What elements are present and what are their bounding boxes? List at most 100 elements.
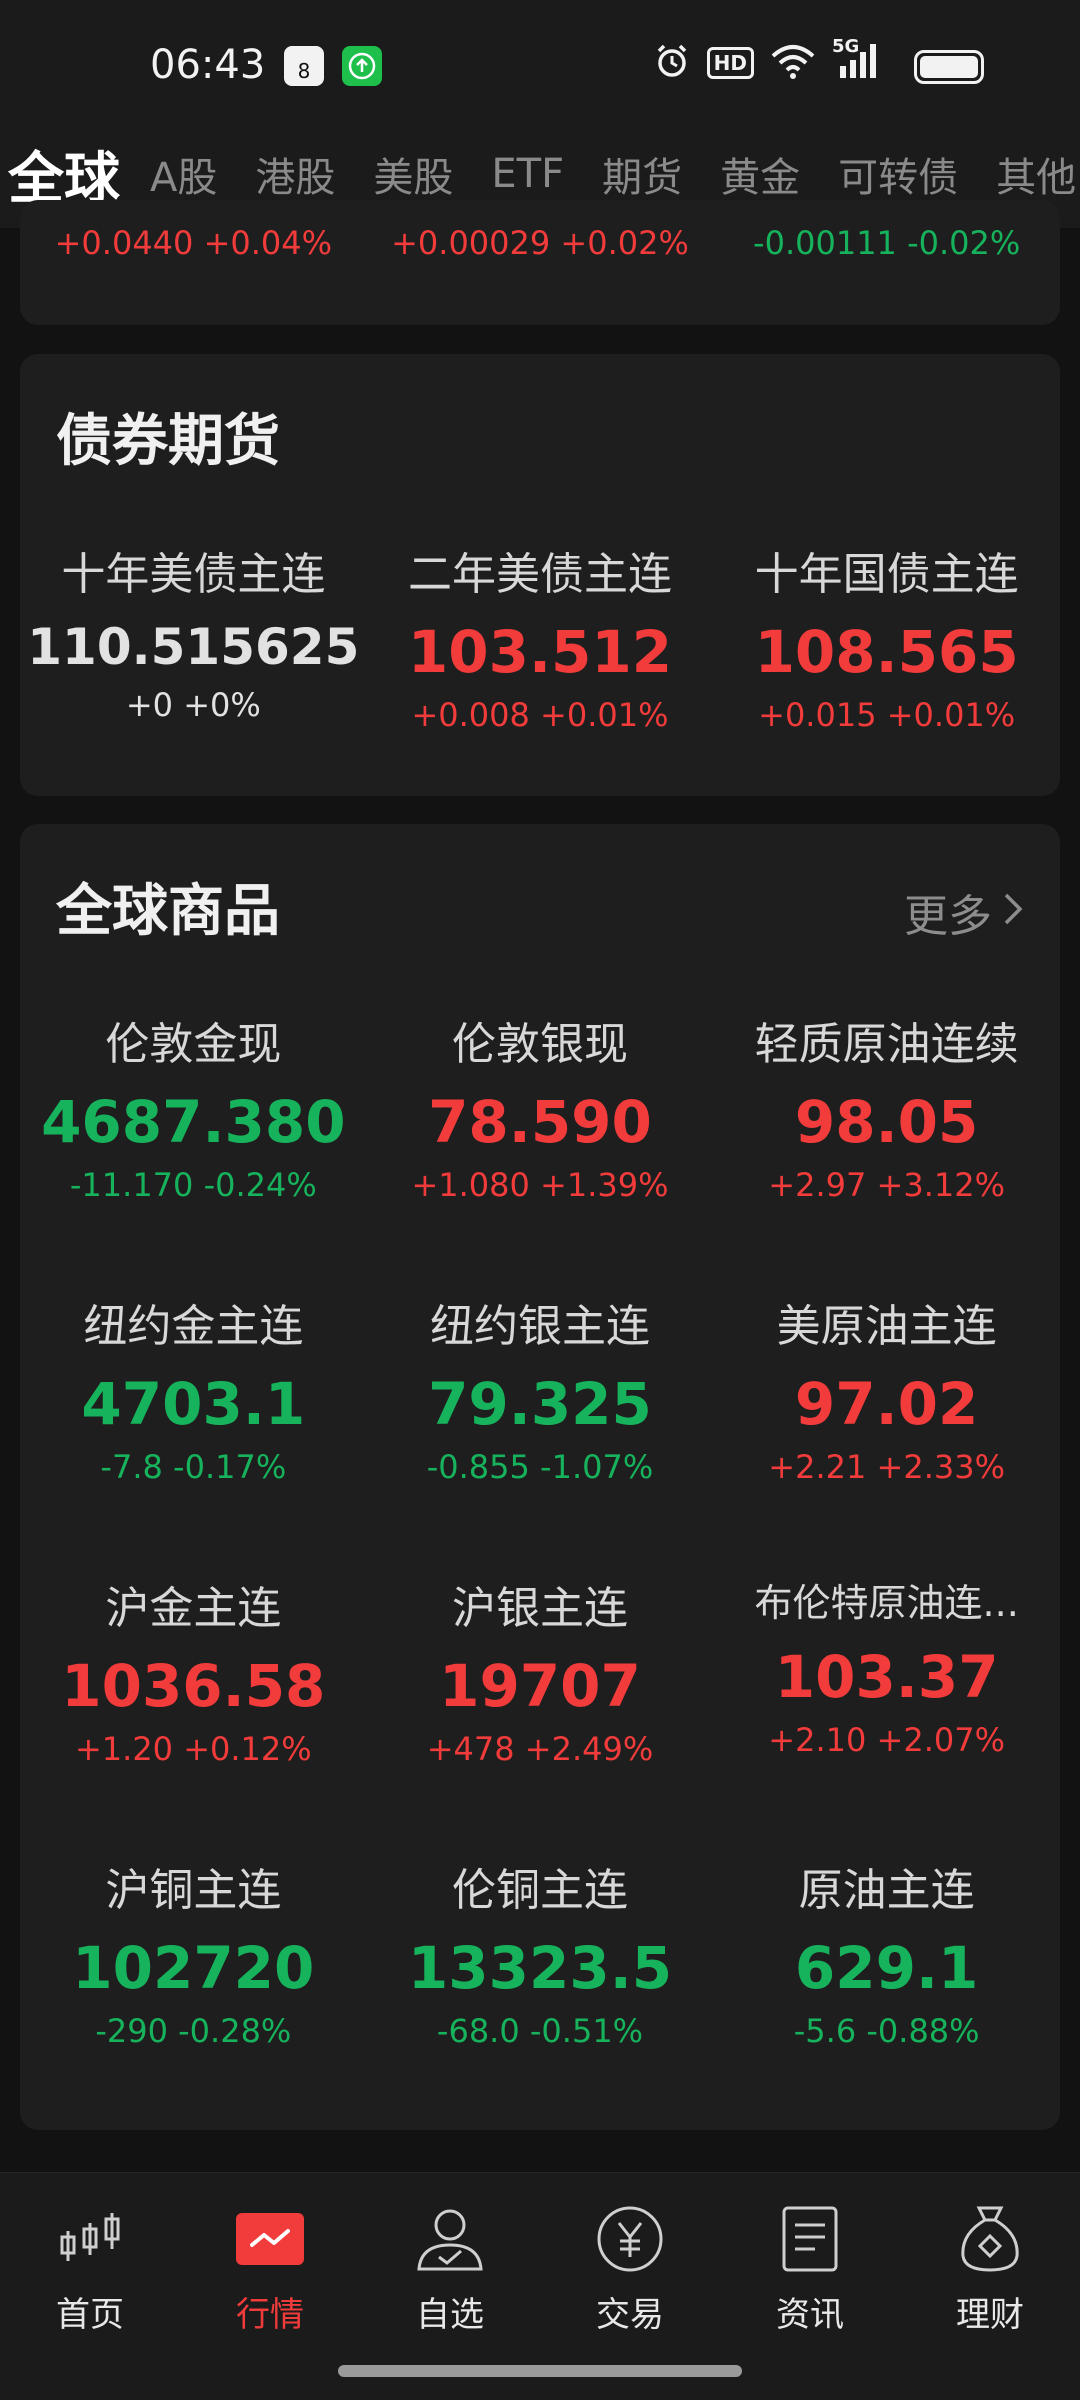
chevron-right-icon <box>1002 887 1024 938</box>
quote-price: 629.1 <box>794 1934 979 2002</box>
status-time: 06:43 <box>150 42 266 88</box>
quote-item[interactable]: 二年美债主连 103.512 +0.008 +0.01% <box>367 538 714 734</box>
quote-change: -68.0 -0.51% <box>436 2012 644 2050</box>
quote-item[interactable]: 布伦特原油连... 103.37 +2.10 +2.07% <box>713 1572 1060 1768</box>
quote-change: +0.00029 +0.02% <box>391 224 689 262</box>
quote-item[interactable]: 沪银主连 19707 +478 +2.49% <box>367 1572 714 1768</box>
quote-item[interactable]: 伦铜主连 13323.5 -68.0 -0.51% <box>367 1854 714 2050</box>
tab-gold[interactable]: 黄金 <box>720 145 800 203</box>
wifi-icon <box>770 42 816 84</box>
status-bar: 06:43 8 HD 5G <box>0 0 1080 120</box>
user-check-icon <box>414 2203 486 2275</box>
tab-a-shares[interactable]: A股 <box>150 145 217 203</box>
tab-other[interactable]: 其他 <box>996 145 1076 203</box>
money-bag-icon <box>954 2203 1026 2275</box>
calendar-notification-icon: 8 <box>284 46 324 86</box>
nav-label: 行情 <box>236 2295 304 2335</box>
quote-item[interactable]: 伦敦金现 4687.380 -11.170 -0.24% <box>20 1008 367 1204</box>
tab-etf[interactable]: ETF <box>491 151 564 197</box>
tab-hk-stocks[interactable]: 港股 <box>255 145 335 203</box>
quote-item[interactable]: 轻质原油连续 98.05 +2.97 +3.12% <box>713 1008 1060 1204</box>
quote-price: 4703.1 <box>81 1370 306 1438</box>
quote-name: 沪铜主连 <box>105 1865 282 1916</box>
nav-label: 首页 <box>56 2295 124 2335</box>
tab-convertible-bonds[interactable]: 可转债 <box>838 145 958 203</box>
quote-change: +478 +2.49% <box>426 1730 654 1768</box>
quote-change: -290 -0.28% <box>95 2012 292 2050</box>
quote-change: +2.10 +2.07% <box>768 1721 1005 1759</box>
quote-name: 纽约银主连 <box>429 1301 650 1352</box>
nav-trade[interactable]: 交易 <box>550 2203 710 2336</box>
nav-watchlist[interactable]: 自选 <box>370 2203 530 2336</box>
nav-label: 自选 <box>416 2295 484 2335</box>
quote-price: 102720 <box>72 1934 315 2002</box>
quote-item[interactable]: 纽约银主连 79.325 -0.855 -1.07% <box>367 1290 714 1486</box>
quote-name: 二年美债主连 <box>407 549 672 600</box>
tab-us-stocks[interactable]: 美股 <box>373 145 453 203</box>
quote-item[interactable]: 沪铜主连 102720 -290 -0.28% <box>20 1854 367 2050</box>
quote-item[interactable]: 十年美债主连 110.515625 +0 +0% <box>20 538 367 734</box>
nav-wealth[interactable]: 理财 <box>910 2203 1070 2336</box>
quote-price: 97.02 <box>794 1370 979 1438</box>
market-chart-icon <box>234 2203 306 2275</box>
candlestick-icon <box>54 2203 126 2275</box>
quote-name: 纽约金主连 <box>83 1301 304 1352</box>
quote-name: 美原油主连 <box>776 1301 997 1352</box>
quote-name: 十年美债主连 <box>61 549 326 600</box>
section-title: 债券期货 <box>56 409 280 474</box>
quote-price: 98.05 <box>794 1088 979 1156</box>
nav-news[interactable]: 资讯 <box>730 2203 890 2336</box>
home-indicator[interactable] <box>338 2365 742 2377</box>
quote-name: 原油主连 <box>798 1865 975 1916</box>
quote-change: +1.080 +1.39% <box>411 1166 669 1204</box>
quote-name: 沪银主连 <box>451 1583 628 1634</box>
quote-change: +0.0440 +0.04% <box>54 224 333 262</box>
quote-change: -11.170 -0.24% <box>69 1166 317 1204</box>
quote-price: 103.37 <box>774 1643 999 1711</box>
status-icons: HD 5G <box>653 36 880 84</box>
quote-name: 轻质原油连续 <box>754 1019 1019 1070</box>
quote-item[interactable]: 十年国债主连 108.565 +0.015 +0.01% <box>713 538 1060 734</box>
quote-item[interactable]: 伦敦银现 78.590 +1.080 +1.39% <box>367 1008 714 1204</box>
quote-price: 1036.58 <box>61 1652 326 1720</box>
quote-name: 伦敦银现 <box>451 1019 628 1070</box>
more-link[interactable]: 更多 <box>904 880 1024 944</box>
hd-badge: HD <box>706 47 754 79</box>
nav-market[interactable]: 行情 <box>190 2203 350 2336</box>
tab-futures[interactable]: 期货 <box>602 145 682 203</box>
quote-change: +2.21 +2.33% <box>768 1448 1005 1486</box>
quote-item[interactable]: 纽约金主连 4703.1 -7.8 -0.17% <box>20 1290 367 1486</box>
calendar-day: 8 <box>297 59 311 83</box>
partial-quote-card: +0.0440 +0.04% +0.00029 +0.02% -0.00111 … <box>20 200 1060 325</box>
quote-item[interactable]: 美原油主连 97.02 +2.21 +2.33% <box>713 1290 1060 1486</box>
document-icon <box>774 2203 846 2275</box>
quote-change: +1.20 +0.12% <box>74 1730 312 1768</box>
quote-change: +0.008 +0.01% <box>411 696 669 734</box>
quote-name: 布伦特原油连... <box>754 1581 1019 1625</box>
network-type: 5G <box>832 36 860 57</box>
partial-quote-item[interactable]: -0.00111 -0.02% <box>713 224 1060 262</box>
nav-label: 理财 <box>956 2295 1024 2335</box>
quote-name: 沪金主连 <box>105 1583 282 1634</box>
quote-change: -7.8 -0.17% <box>100 1448 287 1486</box>
quote-price: 4687.380 <box>41 1088 346 1156</box>
partial-quote-item[interactable]: +0.00029 +0.02% <box>367 224 714 262</box>
quote-change: -5.6 -0.88% <box>793 2012 980 2050</box>
nav-home[interactable]: 首页 <box>10 2203 170 2336</box>
upload-notification-icon <box>342 46 382 86</box>
section-title: 全球商品 <box>56 879 280 944</box>
more-label: 更多 <box>904 891 992 942</box>
quote-price: 13323.5 <box>407 1934 673 2002</box>
quote-price: 78.590 <box>428 1088 652 1156</box>
quote-name: 伦敦金现 <box>105 1019 282 1070</box>
quote-change: +0 +0% <box>125 686 261 724</box>
quote-price: 79.325 <box>428 1370 652 1438</box>
alarm-icon <box>653 42 691 84</box>
bottom-nav: 首页 行情 自选 交易 资讯 理财 <box>0 2172 1080 2400</box>
partial-quote-item[interactable]: +0.0440 +0.04% <box>20 224 367 262</box>
global-commodities-card: 全球商品 更多 伦敦金现 4687.380 -11.170 -0.24% 伦敦银… <box>20 824 1060 2130</box>
quote-change: -0.855 -1.07% <box>426 1448 654 1486</box>
quote-item[interactable]: 沪金主连 1036.58 +1.20 +0.12% <box>20 1572 367 1768</box>
quote-item[interactable]: 原油主连 629.1 -5.6 -0.88% <box>713 1854 1060 2050</box>
quote-name: 伦铜主连 <box>451 1865 628 1916</box>
